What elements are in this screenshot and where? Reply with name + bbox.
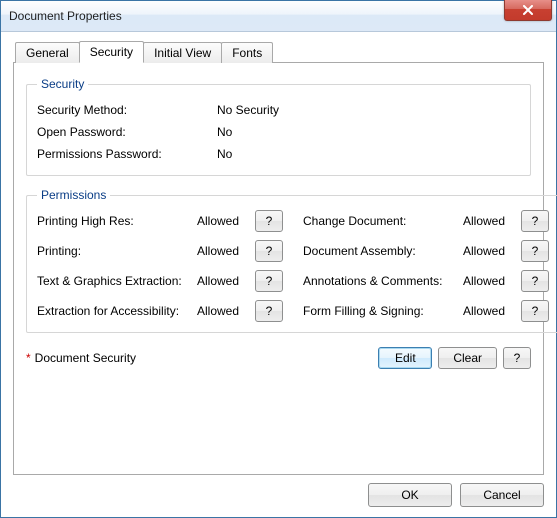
cancel-button[interactable]: Cancel [460,483,544,507]
tab-initial-view[interactable]: Initial View [143,42,222,63]
perm-printing-value: Allowed [197,244,255,258]
perm-change-document-label: Change Document: [303,214,463,228]
perm-annotations-comments-value: Allowed [463,274,521,288]
perm-text-graphics-extraction-value: Allowed [197,274,255,288]
dialog-footer: OK Cancel [13,475,544,507]
permissions-password-value: No [217,147,232,161]
security-legend: Security [37,77,88,91]
client-area: General Security Initial View Fonts Secu… [1,32,556,517]
perm-document-assembly-label: Document Assembly: [303,244,463,258]
perm-printing-label: Printing: [37,244,197,258]
open-password-value: No [217,125,232,139]
tab-panel-security: Security Security Method: No Security Op… [13,62,544,475]
perm-annotations-comments-label: Annotations & Comments: [303,274,463,288]
security-group: Security Security Method: No Security Op… [26,77,531,176]
ok-button[interactable]: OK [368,483,452,507]
perm-printing-highres-value: Allowed [197,214,255,228]
open-password-label: Open Password: [37,125,217,139]
document-security-help-button[interactable]: ? [503,347,531,369]
perm-extraction-accessibility-help-button[interactable]: ? [255,300,283,322]
perm-printing-highres-help-button[interactable]: ? [255,210,283,232]
perm-extraction-accessibility-value: Allowed [197,304,255,318]
permissions-grid: Printing High Res: Allowed ? Change Docu… [37,210,551,322]
asterisk-icon: * [26,351,31,365]
permissions-legend: Permissions [37,188,110,202]
perm-printing-help-button[interactable]: ? [255,240,283,262]
edit-button[interactable]: Edit [378,347,432,369]
permissions-password-row: Permissions Password: No [37,143,520,165]
open-password-row: Open Password: No [37,121,520,143]
security-method-label: Security Method: [37,103,217,117]
tab-general[interactable]: General [15,42,80,63]
close-button[interactable] [504,0,552,21]
perm-form-filling-signing-label: Form Filling & Signing: [303,304,463,318]
close-icon [522,5,534,15]
document-security-row: * Document Security Edit Clear ? [26,347,531,369]
permissions-password-label: Permissions Password: [37,147,217,161]
perm-text-graphics-extraction-help-button[interactable]: ? [255,270,283,292]
perm-form-filling-signing-value: Allowed [463,304,521,318]
document-properties-dialog: Document Properties General Security Ini… [0,0,557,518]
perm-change-document-help-button[interactable]: ? [521,210,549,232]
perm-document-assembly-help-button[interactable]: ? [521,240,549,262]
perm-extraction-accessibility-label: Extraction for Accessibility: [37,304,197,318]
titlebar: Document Properties [1,1,556,32]
perm-form-filling-signing-help-button[interactable]: ? [521,300,549,322]
perm-annotations-comments-help-button[interactable]: ? [521,270,549,292]
perm-printing-highres-label: Printing High Res: [37,214,197,228]
clear-button[interactable]: Clear [438,347,497,369]
perm-text-graphics-extraction-label: Text & Graphics Extraction: [37,274,197,288]
security-method-value: No Security [217,103,279,117]
perm-change-document-value: Allowed [463,214,521,228]
tab-security[interactable]: Security [79,41,144,63]
security-method-row: Security Method: No Security [37,99,520,121]
document-security-label: Document Security [35,351,136,365]
perm-document-assembly-value: Allowed [463,244,521,258]
tabstrip: General Security Initial View Fonts [15,40,544,62]
tab-fonts[interactable]: Fonts [221,42,273,63]
window-title: Document Properties [9,9,122,23]
permissions-group: Permissions Printing High Res: Allowed ?… [26,188,557,333]
